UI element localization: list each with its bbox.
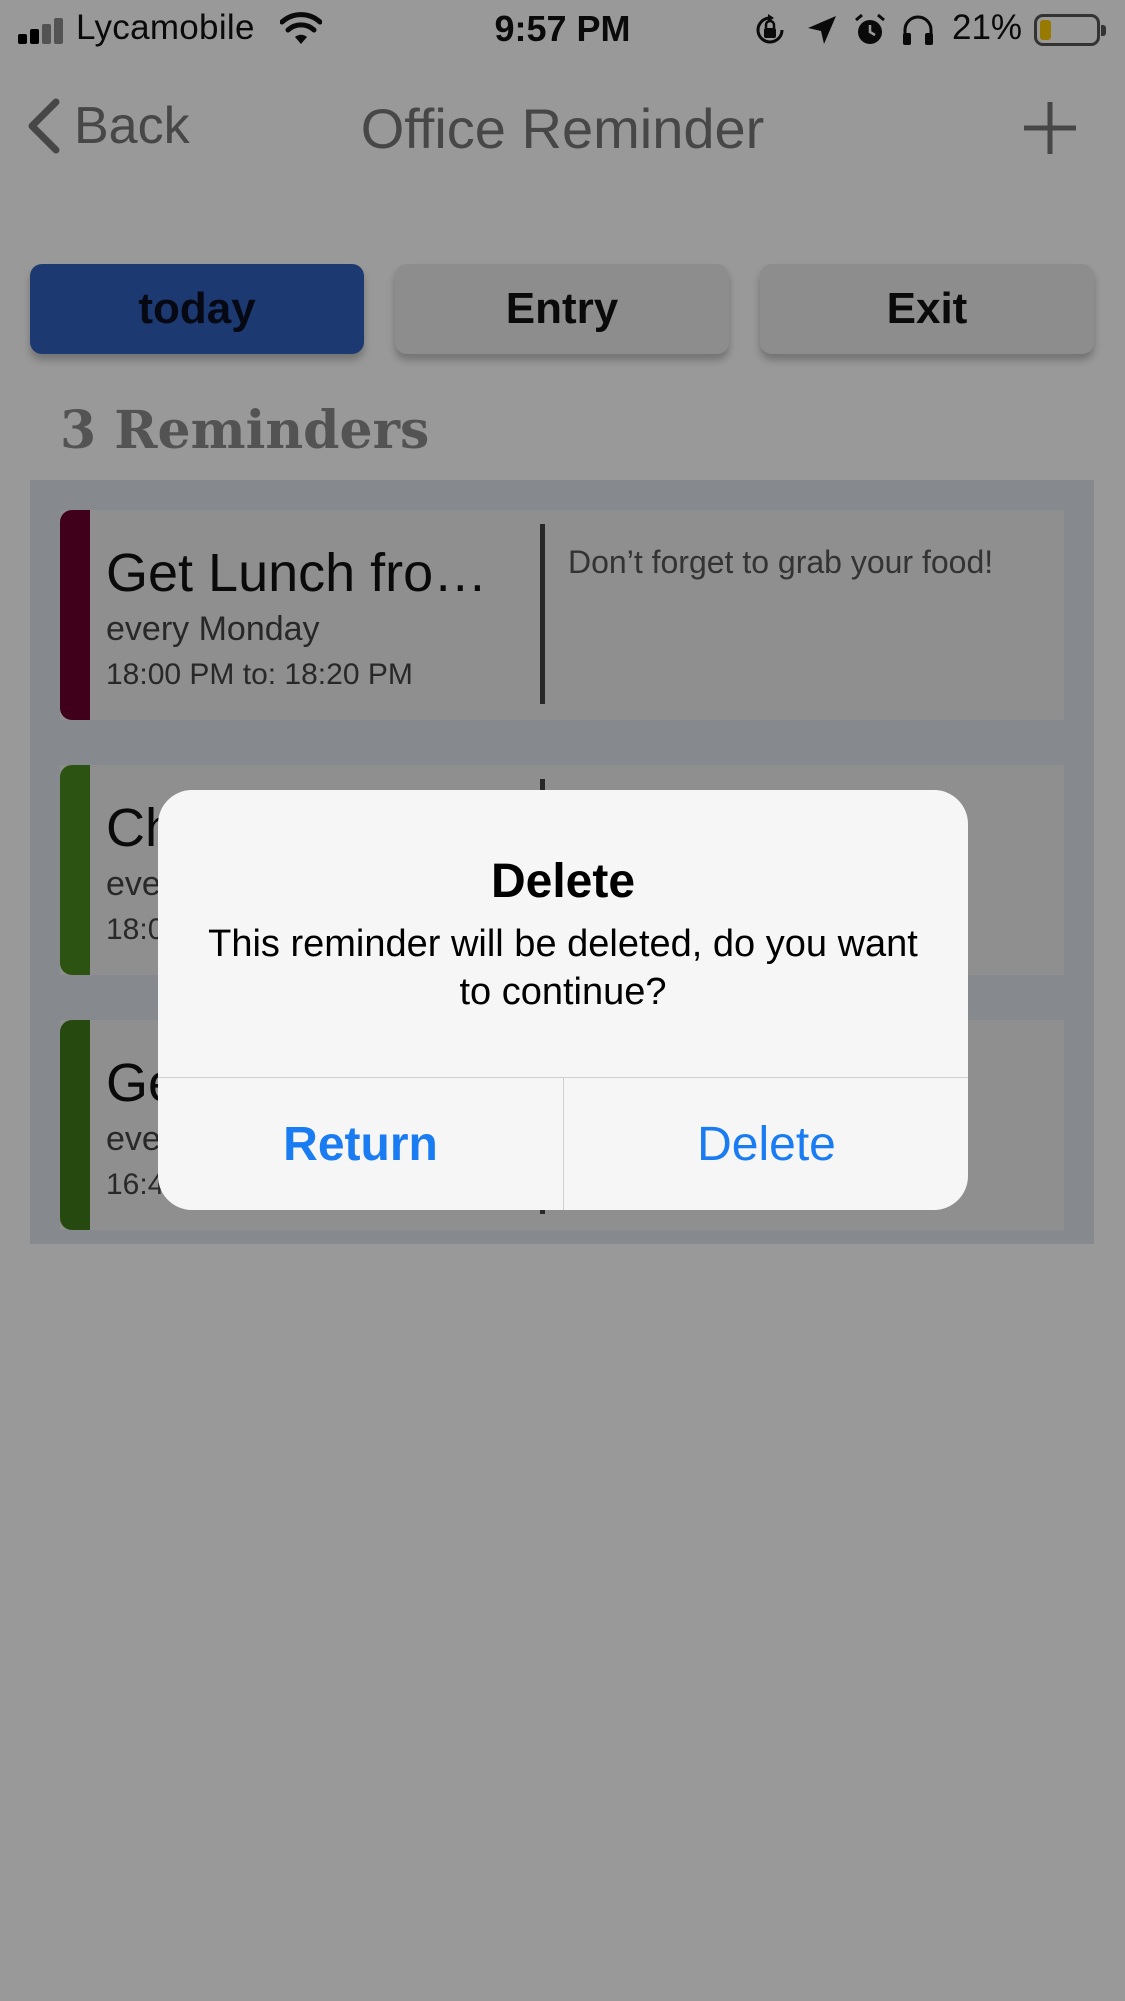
delete-button[interactable]: Delete [564,1078,968,1210]
app-screen: Lycamobile 9:57 PM 21% Back Office Remin… [0,0,1125,2001]
return-button[interactable]: Return [158,1078,563,1210]
alert-title: Delete [490,855,636,908]
delete-alert-dialog: Delete This reminder will be deleted, do… [158,790,968,1210]
alert-message: This reminder will be deleted, do you wa… [208,923,918,1013]
